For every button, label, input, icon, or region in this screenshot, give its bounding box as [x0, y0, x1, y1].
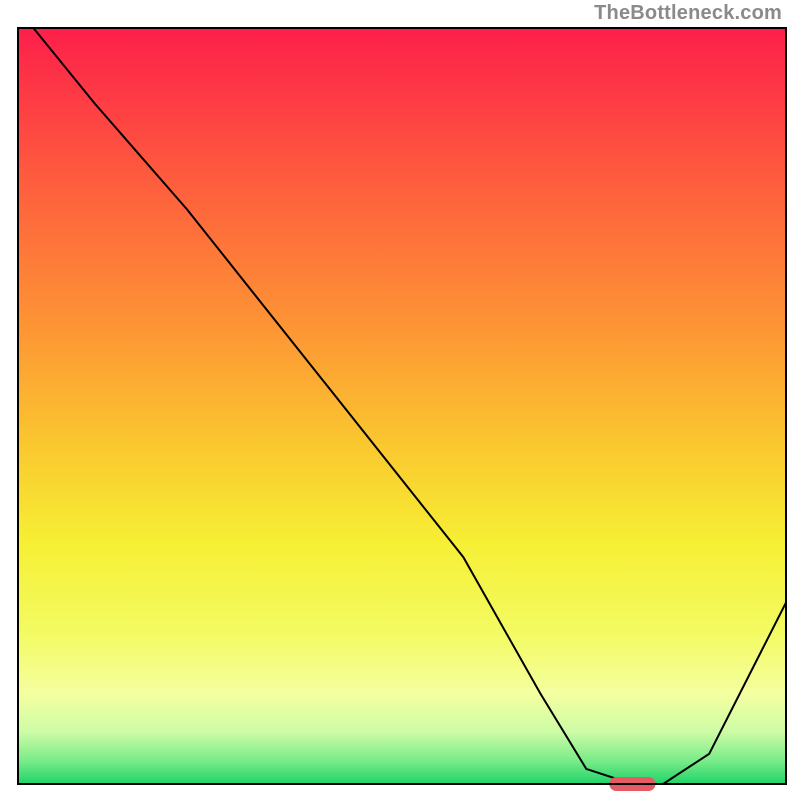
plot-area	[18, 28, 786, 791]
chart-container: TheBottleneck.com	[0, 0, 800, 800]
gradient-fill	[18, 28, 786, 784]
chart-svg	[0, 0, 800, 800]
